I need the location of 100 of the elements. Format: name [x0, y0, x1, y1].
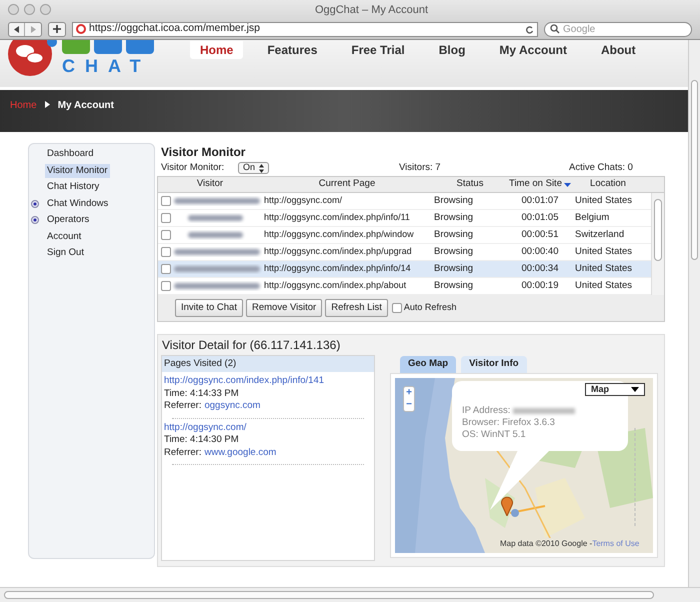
table-cell-text: http://oggsync.com/index.php/upgrad [263, 245, 413, 258]
table-cell-text: Belgium [574, 210, 610, 225]
zoom-button[interactable] [40, 4, 51, 16]
logo-text: CHAT [62, 56, 152, 76]
column-header[interactable]: Location [572, 177, 644, 192]
visit-time: Time: 4:14:30 PM [164, 434, 239, 446]
table-cell-text: United States [574, 262, 634, 276]
column-header[interactable]: Status [432, 177, 508, 192]
nav-tab[interactable]: Blog [428, 41, 476, 59]
table-cell-text: Browsing [433, 210, 474, 225]
table-row[interactable]: http://oggsync.com/index.php/window Browsing 00:00:51 Switzerland [158, 227, 651, 244]
action-button[interactable]: Invite to Chat [175, 299, 243, 317]
map-type-dropdown[interactable]: Map [585, 383, 645, 396]
sidebar-item[interactable]: Chat Windows [45, 196, 110, 211]
zoom-out-button[interactable]: − [404, 399, 414, 411]
referrer-label: Referrer: [164, 400, 202, 412]
chevron-icon [44, 98, 50, 110]
expand-icon[interactable] [31, 216, 39, 224]
search-icon [550, 24, 560, 34]
table-row[interactable]: http://oggsync.com/ Browsing 00:01:07 United States [158, 193, 651, 210]
checkbox[interactable] [161, 196, 171, 206]
action-button[interactable]: Remove Visitor [246, 299, 322, 317]
visit-time: Time: 4:14:33 PM [164, 388, 239, 400]
sidebar-item[interactable]: Chat History [45, 180, 102, 194]
tab[interactable]: Visitor Info [461, 356, 527, 373]
table-cell-text: http://oggsync.com/index.php/info/11 [263, 211, 411, 224]
table-cell-text: http://oggsync.com/index.php/info/14 [263, 262, 412, 276]
table-cell-text: Switzerland [574, 228, 626, 242]
checkbox[interactable] [161, 247, 171, 257]
ip-label: IP Address: [462, 405, 510, 417]
map-attribution: Map data ©2010 Google - [500, 538, 592, 550]
column-header[interactable]: Visitor [158, 177, 262, 192]
breadcrumb-link[interactable]: My Account [58, 98, 114, 113]
table-cell-text: 00:00:19 [520, 278, 560, 293]
column-header[interactable]: Current Page [262, 177, 432, 192]
sidebar-item[interactable]: Operators [45, 213, 92, 228]
add-bookmark-icon[interactable] [48, 22, 66, 37]
browser-info: Browser: Firefox 3.6.3 [462, 417, 555, 429]
nav-tab[interactable]: About [590, 41, 646, 59]
page-link[interactable]: http://oggsync.com/ [164, 422, 246, 434]
sidebar-item[interactable]: Sign Out [45, 246, 86, 260]
table-cell-text: 00:00:40 [520, 244, 560, 259]
table-row[interactable]: http://oggsync.com/index.php/info/14 Browsing 00:00:34 United States [158, 261, 651, 278]
referrer-link[interactable]: oggsync.com [204, 400, 260, 412]
stepper-icon [259, 164, 264, 172]
toggle-dropdown[interactable]: On [238, 162, 270, 174]
sidebar-item[interactable]: Account [45, 230, 84, 244]
table-scrollbar[interactable] [651, 193, 664, 295]
os-info: OS: WinNT 5.1 [462, 429, 526, 441]
close-button[interactable] [8, 4, 19, 16]
blurred-ip-address [513, 408, 576, 414]
table-cell-text: Browsing [433, 228, 474, 242]
tab[interactable]: Geo Map [400, 356, 456, 373]
action-button[interactable]: Refresh List [325, 299, 388, 317]
table-cell-text: United States [574, 278, 634, 293]
horizontal-scrollbar[interactable] [0, 587, 700, 602]
nav-tab[interactable]: Free Trial [341, 41, 415, 59]
sidebar-item[interactable]: Dashboard [45, 147, 96, 162]
table-cell-text: http://oggsync.com/ [263, 194, 344, 208]
table-cell-text: 00:00:34 [520, 262, 560, 276]
nav-tab[interactable]: My Account [489, 41, 577, 59]
minimize-button[interactable] [24, 4, 35, 16]
section-title: Visitor Monitor [160, 144, 246, 160]
window-title: OggChat – My Account [314, 2, 430, 18]
dropdown-arrow-icon [631, 387, 639, 392]
nav-tab[interactable]: Features [257, 41, 328, 59]
expand-icon[interactable] [31, 200, 39, 208]
field-label: Visitor Monitor: [161, 160, 226, 175]
active-chat-count: Active Chats: 0 [569, 160, 633, 175]
table-cell-text: Browsing [433, 262, 474, 276]
page-link[interactable]: http://oggsync.com/index.php/info/141 [164, 375, 324, 388]
zoom-in-button[interactable]: + [404, 387, 414, 399]
column-header[interactable]: Time on Site [508, 177, 572, 192]
table-cell-text: 00:00:51 [520, 228, 560, 242]
checkbox[interactable] [161, 264, 171, 274]
search-field[interactable]: Google [563, 22, 673, 37]
nav-tab[interactable]: Home [190, 41, 244, 59]
address-field[interactable]: https://oggchat.icoa.com/member.jsp [72, 22, 538, 37]
sort-arrow-icon [564, 182, 571, 186]
reload-icon[interactable] [525, 24, 534, 34]
list-header: Pages Visited (2) [162, 356, 374, 372]
table-row[interactable]: http://oggsync.com/index.php/info/11 Browsing 00:01:05 Belgium [158, 210, 651, 227]
table-cell-text: 00:01:07 [520, 194, 560, 208]
blurred-visitor-name [188, 232, 243, 238]
site-icon [76, 24, 86, 34]
blurred-visitor-name [188, 215, 243, 221]
table-cell-text: Browsing [433, 194, 474, 208]
table-row[interactable]: http://oggsync.com/index.php/about Browsing 00:00:19 United States [158, 278, 651, 295]
sidebar-item[interactable]: Visitor Monitor [45, 164, 110, 178]
referrer-link[interactable]: www.google.com [204, 446, 276, 459]
referrer-label: Referrer: [164, 446, 202, 459]
table-cell-text: 00:01:05 [520, 210, 560, 225]
checkbox[interactable] [161, 281, 171, 291]
search-box[interactable]: Google [544, 22, 692, 37]
vertical-scrollbar[interactable] [688, 40, 700, 587]
checkbox[interactable] [161, 230, 171, 240]
table-cell-text: http://oggsync.com/index.php/window [263, 228, 415, 242]
auto-refresh-checkbox[interactable]: Auto Refresh [392, 301, 456, 315]
checkbox[interactable] [161, 213, 171, 223]
table-cell-text: Browsing [433, 244, 474, 259]
